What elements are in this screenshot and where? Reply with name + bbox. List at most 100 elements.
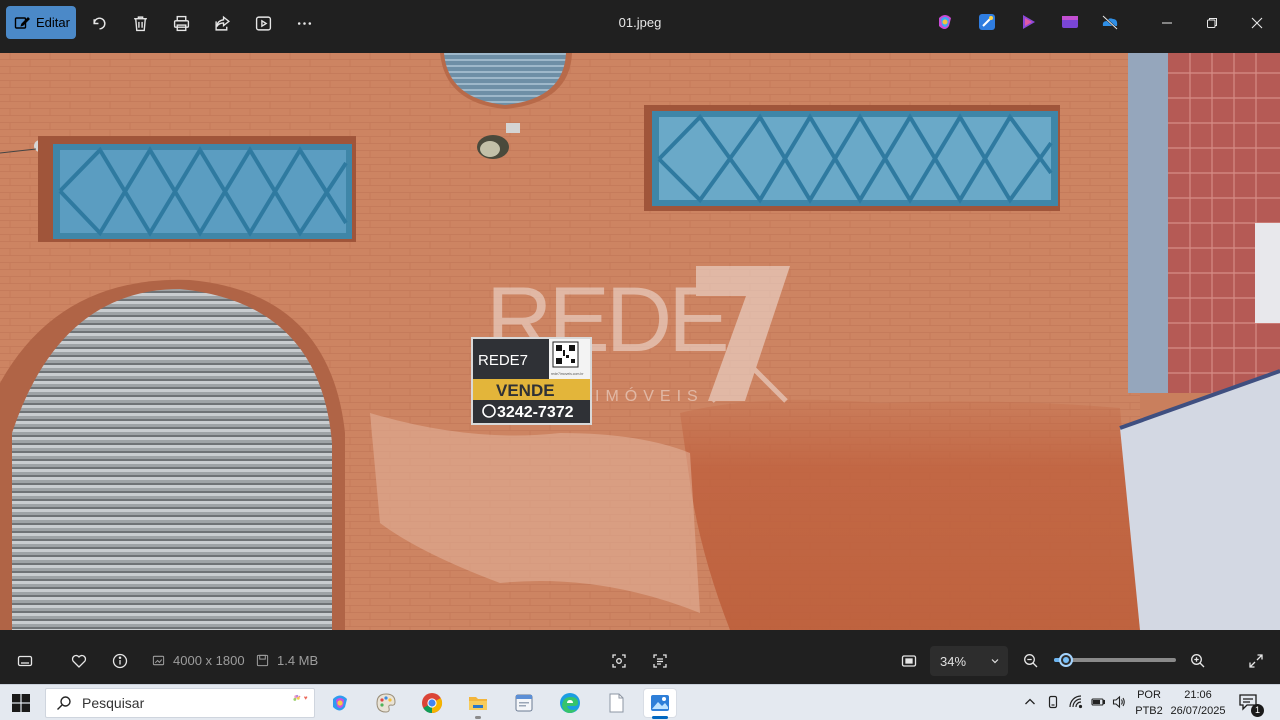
designer-icon[interactable] [977, 12, 997, 32]
active-indicator [652, 716, 668, 719]
for-sale-sign: REDE7 rede7imoveis.com.br VENDE 3242-737… [471, 337, 592, 425]
status-bar: 4000 x 1800 1.4 MB 34% [0, 638, 1280, 684]
share-icon [214, 15, 230, 31]
slideshow-icon [255, 15, 271, 31]
heart-icon [71, 654, 87, 668]
taskbar-notepad[interactable] [600, 689, 632, 717]
actual-size-button[interactable] [898, 650, 920, 672]
close-button[interactable] [1244, 10, 1270, 36]
running-indicator [475, 716, 481, 719]
filmstrip-button[interactable] [14, 650, 36, 672]
windows-taskbar: Pesquisar POR PTB2 21:06 26/07/2025 1 [0, 684, 1280, 720]
delete-button[interactable] [127, 10, 153, 36]
keyboard-layout: PTB2 [1135, 705, 1163, 717]
save-disk-icon [256, 654, 269, 667]
slideshow-button[interactable] [250, 10, 276, 36]
taskbar-search-box[interactable]: Pesquisar [45, 688, 315, 718]
svg-text:rede7imoveis.com.br: rede7imoveis.com.br [551, 372, 584, 376]
fullscreen-button[interactable] [1245, 650, 1267, 672]
zoom-out-button[interactable] [1020, 650, 1042, 672]
title-toolbar: Editar 01.jpeg [0, 0, 1280, 46]
filmstrip-icon [17, 655, 33, 667]
device-icon [1048, 695, 1058, 709]
input-language-button[interactable]: POR PTB2 [1134, 687, 1164, 719]
photo-canvas[interactable]: REDE IMÓVEIS REDE7 rede7imoveis.com.br V… [0, 53, 1280, 630]
minimize-button[interactable] [1154, 10, 1180, 36]
rotate-button[interactable] [86, 10, 112, 36]
copilot-icon[interactable] [935, 12, 955, 32]
search-placeholder: Pesquisar [82, 695, 145, 711]
zoom-value: 34% [940, 653, 967, 669]
restore-icon [1207, 18, 1217, 28]
zoom-in-icon [1191, 654, 1205, 668]
photos-icon [651, 695, 669, 711]
chevron-down-icon [991, 659, 999, 664]
share-button[interactable] [209, 10, 235, 36]
chrome-icon [422, 693, 443, 714]
taskbar-chrome[interactable] [416, 689, 448, 717]
search-highlight-flowers-icon [293, 694, 308, 701]
restore-button[interactable] [1199, 10, 1225, 36]
taskbar-copilot[interactable] [324, 689, 356, 717]
speaker-icon [1112, 695, 1125, 709]
wifi-icon [1069, 695, 1083, 709]
photo-image: REDE IMÓVEIS REDE7 rede7imoveis.com.br V… [0, 53, 1280, 630]
visual-search-button[interactable] [608, 650, 630, 672]
text-scan-button[interactable] [649, 650, 671, 672]
file-info-button[interactable] [109, 650, 131, 672]
clock-button[interactable]: 21:06 26/07/2025 [1166, 687, 1230, 719]
show-hidden-icons-button[interactable] [1022, 694, 1038, 710]
edit-label: Editar [36, 15, 70, 30]
taskbar-file-explorer[interactable] [462, 689, 494, 719]
onedrive-icon[interactable] [1100, 12, 1120, 32]
file-name: 01.jpeg [618, 15, 662, 30]
expand-icon [1249, 654, 1263, 668]
file-size: 1.4 MB [256, 653, 318, 668]
tray-battery[interactable] [1090, 694, 1106, 710]
taskbar-edge[interactable] [554, 689, 586, 717]
paint-palette-icon [376, 693, 396, 713]
favorite-button[interactable] [68, 650, 90, 672]
windows-start-icon[interactable] [12, 694, 30, 712]
clipchamp-icon[interactable] [1019, 12, 1039, 32]
window-app-icon [515, 694, 533, 712]
tray-network[interactable] [1068, 694, 1084, 710]
text-scan-icon [653, 654, 667, 668]
zoom-slider-thumb[interactable] [1059, 653, 1073, 667]
visual-search-icon [612, 654, 626, 668]
dimensions-text: 4000 x 1800 [173, 653, 245, 668]
zoom-out-icon [1024, 654, 1038, 668]
clock-time: 21:06 [1184, 689, 1212, 701]
edit-button[interactable]: Editar [6, 6, 76, 39]
notification-count: 1 [1251, 704, 1264, 717]
photos-app-window: Editar 01.jpeg REDE IMÓVEIS REDE7 rede7i… [0, 0, 1280, 684]
taskbar-browser-window[interactable] [508, 689, 540, 717]
print-icon [173, 15, 189, 31]
delete-icon [133, 15, 147, 31]
video-editor-icon[interactable] [1060, 12, 1080, 32]
more-options-button[interactable] [291, 10, 317, 36]
actual-size-icon [901, 655, 917, 667]
taskbar-paint[interactable] [370, 689, 402, 717]
zoom-in-button[interactable] [1187, 650, 1209, 672]
tray-meet-now[interactable] [1045, 694, 1061, 710]
zoom-slider[interactable] [1054, 653, 1176, 667]
notification-center-button[interactable]: 1 [1238, 693, 1264, 717]
search-icon [57, 696, 71, 710]
folder-icon [469, 697, 487, 710]
blank-document-icon [609, 693, 624, 713]
copilot-icon [333, 695, 347, 711]
svg-text:3242-7372: 3242-7372 [497, 404, 574, 421]
rotate-icon [92, 16, 106, 30]
svg-text:IMÓVEIS: IMÓVEIS [595, 386, 704, 405]
minimize-icon [1162, 22, 1172, 24]
tray-volume[interactable] [1111, 694, 1127, 710]
svg-text:REDE7: REDE7 [478, 352, 528, 369]
battery-icon [1091, 698, 1105, 706]
zoom-level-dropdown[interactable]: 34% [930, 646, 1008, 676]
edit-icon [14, 16, 30, 29]
svg-text:VENDE: VENDE [496, 381, 555, 400]
taskbar-photos[interactable] [644, 689, 676, 719]
print-button[interactable] [168, 10, 194, 36]
edge-icon [560, 693, 580, 713]
